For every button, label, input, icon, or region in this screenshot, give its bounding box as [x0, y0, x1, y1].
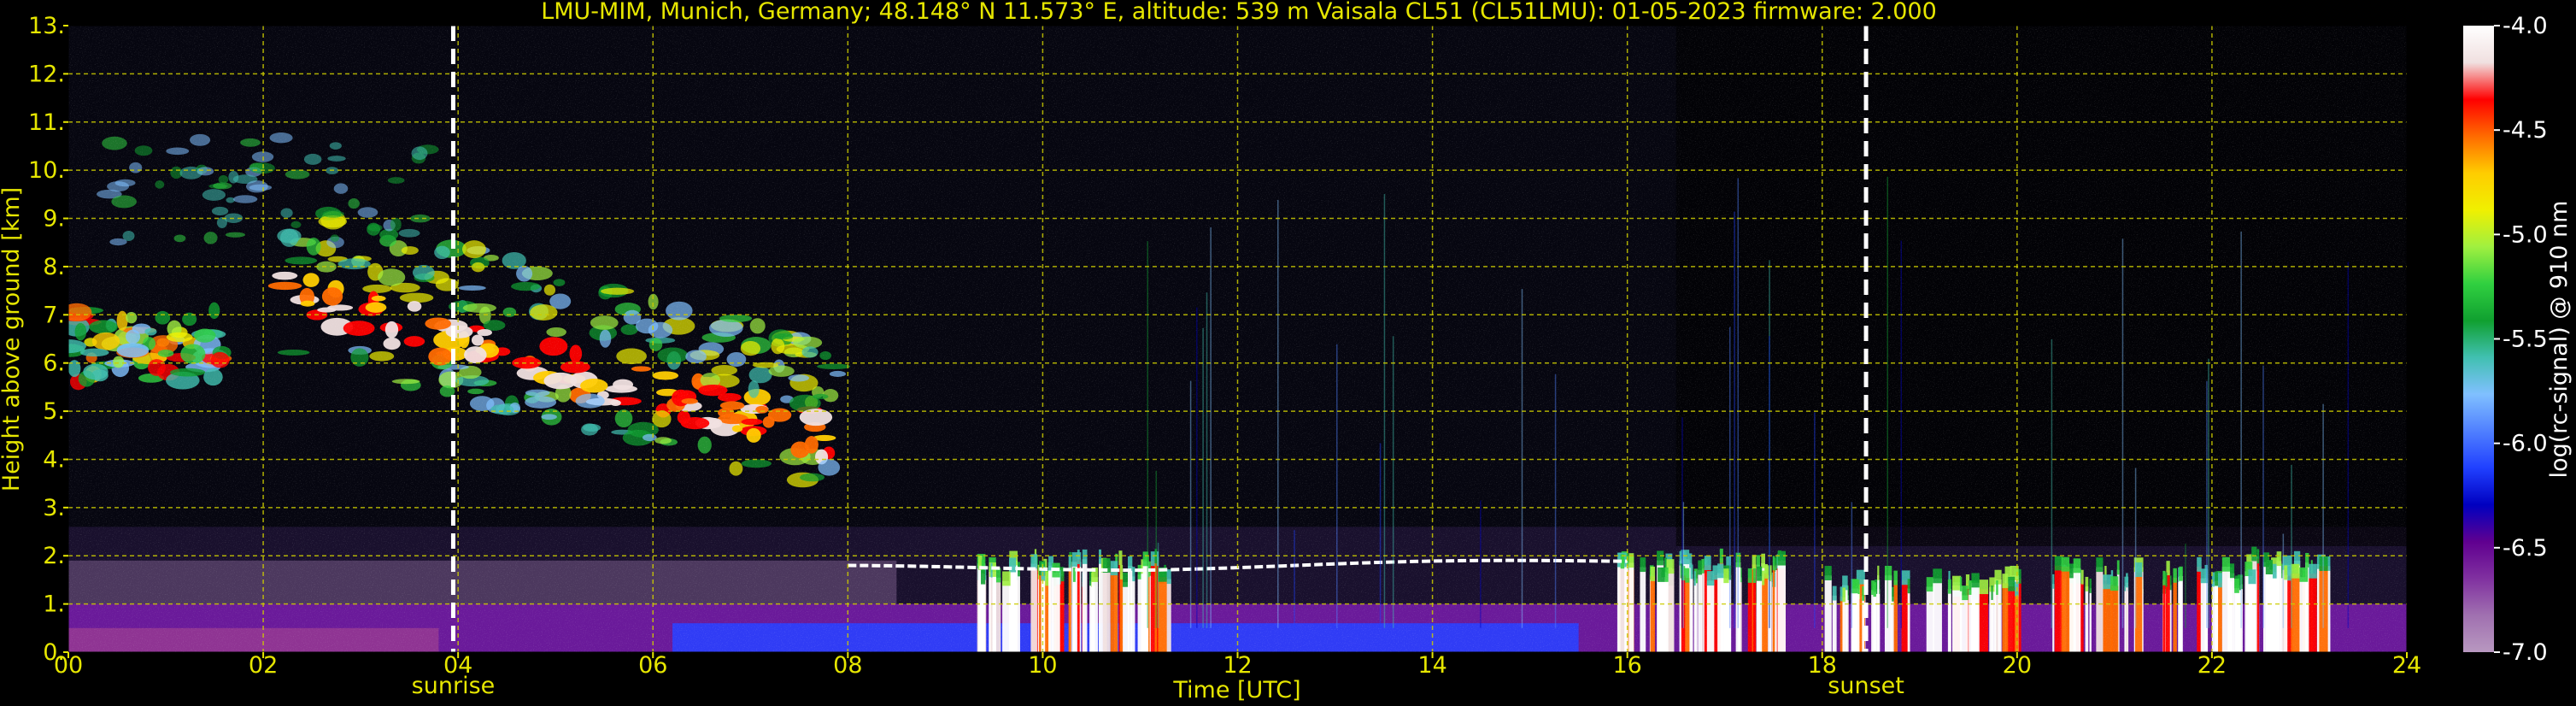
annotation-label: sunset [1828, 673, 1904, 699]
colorbar-label: log(rc-signal) @ 910 nm [2546, 201, 2573, 479]
y-tick-label: 3. [43, 495, 65, 521]
y-tick-label: 5. [43, 398, 65, 425]
y-tick-label: 4. [43, 446, 65, 473]
y-tick-label: 10. [28, 157, 65, 184]
colorbar [2463, 26, 2494, 652]
x-tick-label: 06 [638, 652, 667, 679]
colorbar-tick-label: -7.0 [2503, 639, 2548, 666]
colorbar-ticks: -4.0 -4.5 -5.0 -5.5 -6.0 -6.5 -7.0 [2494, 13, 2548, 666]
x-tick-label: 02 [249, 652, 278, 679]
y-tick-label: 2. [43, 543, 65, 569]
x-ticks: 00 02 04 06 08 10 12 14 16 18 20 22 24 [54, 652, 2421, 679]
x-tick-label: 20 [2003, 652, 2032, 679]
y-tick-label: 6. [43, 350, 65, 377]
colorbar-tick-label: -4.5 [2503, 117, 2548, 144]
x-axis-label: Time [UTC] [1172, 677, 1300, 703]
y-tick-label: 7. [43, 302, 65, 328]
x-tick-label: 24 [2392, 652, 2421, 679]
colorbar-tick-label: -6.0 [2503, 431, 2548, 457]
y-tick-label: 13. [28, 13, 65, 39]
x-tick-label: 12 [1223, 652, 1252, 679]
chart-title: LMU-MIM, Munich, Germany; 48.148° N 11.5… [541, 0, 1937, 25]
y-tick-label: 9. [43, 206, 65, 232]
colorbar-tick-label: -4.0 [2503, 13, 2548, 39]
x-tick-label: 16 [1612, 652, 1641, 679]
ceilometer-figure: LMU-MIM, Munich, Germany; 48.148° N 11.5… [0, 0, 2573, 703]
x-tick-label: 14 [1417, 652, 1446, 679]
annotation-labels: sunrise sunset [412, 673, 1904, 699]
colorbar-tick-label: -6.5 [2503, 535, 2548, 562]
y-tick-label: 0. [43, 639, 65, 666]
colorbar-tick-label: -5.5 [2503, 327, 2548, 353]
x-tick-label: 22 [2198, 652, 2227, 679]
y-tick-label: 1. [43, 591, 65, 618]
colorbar-tick-label: -5.0 [2503, 221, 2548, 248]
y-tick-label: 11. [28, 109, 65, 136]
y-axis-label: Height above ground [km] [0, 187, 25, 491]
x-tick-label: 08 [833, 652, 862, 679]
plot-area [68, 26, 2407, 652]
y-ticks: 0. 1. 2. 3. 4. 5. 6. 7. 8. 9. 10. 11. 12. 13. [28, 13, 68, 666]
y-tick-label: 8. [43, 254, 65, 280]
annotation-label: sunrise [412, 673, 496, 699]
x-tick-label: 10 [1028, 652, 1057, 679]
y-tick-label: 12. [28, 61, 65, 87]
